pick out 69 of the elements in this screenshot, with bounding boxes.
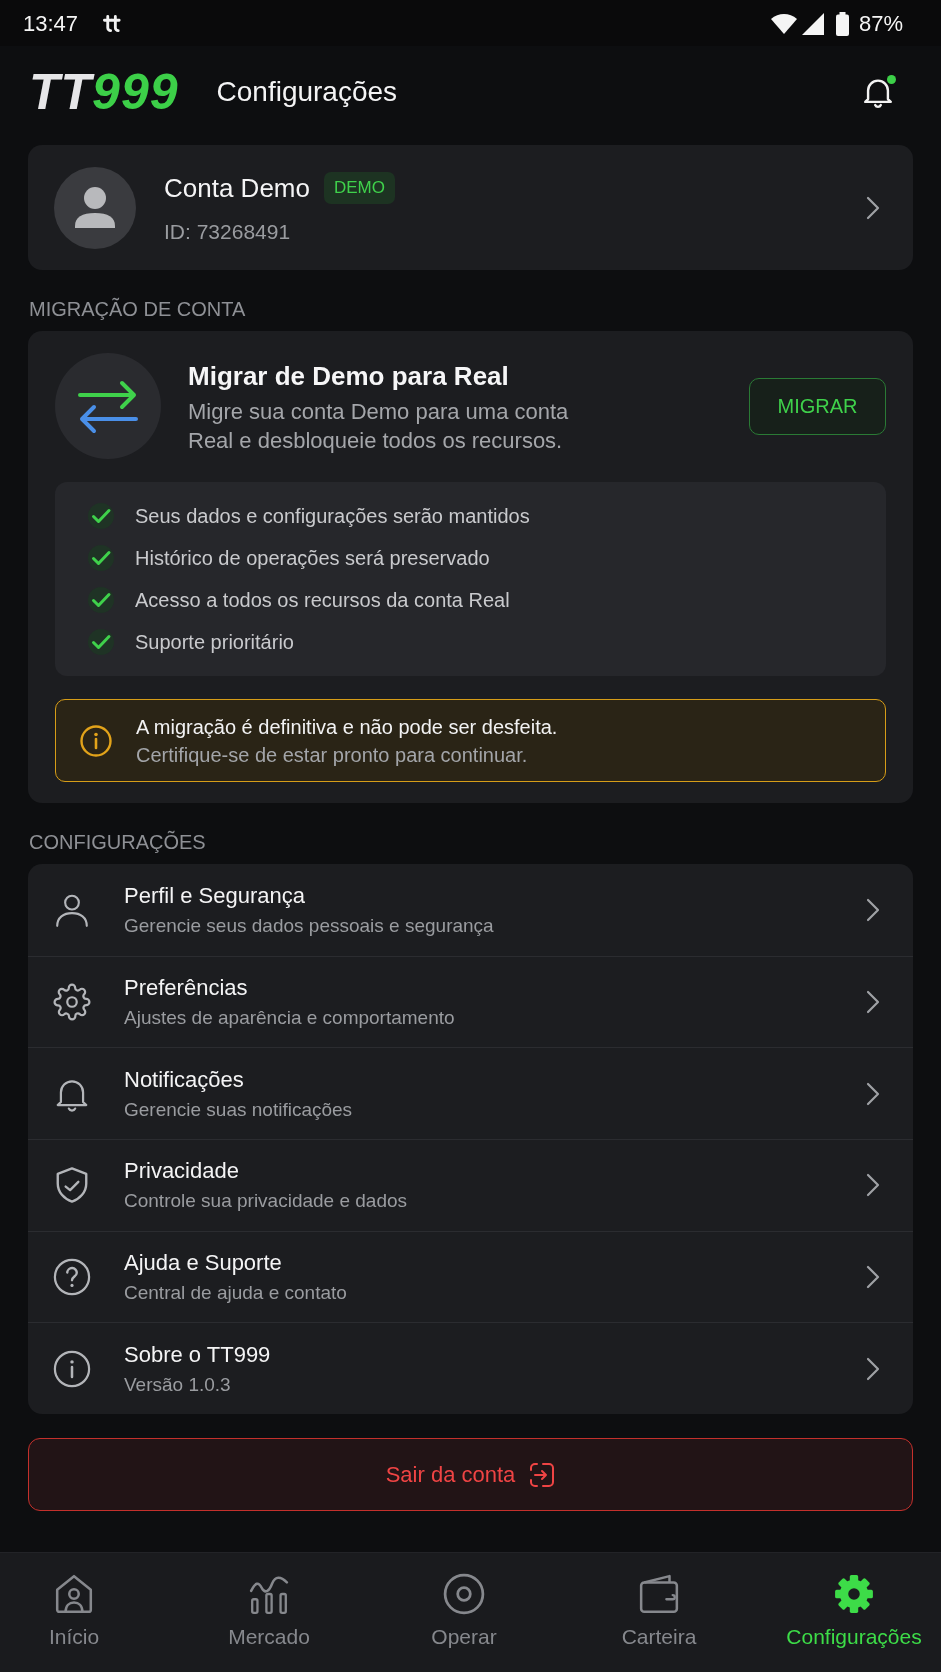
benefit-text: Histórico de operações será preservado <box>135 546 490 570</box>
item-title: Privacidade <box>124 1157 240 1186</box>
nav-tab[interactable]: Carteira <box>585 1553 733 1672</box>
section-label: CONFIGURAÇÕES <box>29 831 207 853</box>
chevron-icon <box>866 1265 880 1290</box>
logo: TT999 <box>29 67 179 117</box>
item-subtitle: Gerencie suas notificações <box>124 1097 353 1122</box>
item-subtitle: Ajustes de aparência e comportamento <box>124 1006 455 1031</box>
settings-item[interactable]: Ajuda e Suporte Central de ajuda e contato <box>28 1230 913 1323</box>
battery-percent: 87% <box>858 11 903 37</box>
settings-icon <box>833 1573 875 1615</box>
house-icon <box>53 1573 95 1615</box>
item-title: Sobre o TT999 <box>124 1340 271 1369</box>
warning-title: A migração é definitiva e não pode ser desfeita. <box>136 714 558 740</box>
item-subtitle: Gerencie seus dados pessoais e segurança <box>124 913 494 938</box>
item-title: Ajuda e Suporte <box>124 1249 283 1278</box>
item-title: Preferências <box>124 974 249 1003</box>
item-title: Notificações <box>124 1065 245 1094</box>
settings-item[interactable]: Notificações Gerencie suas notificações <box>28 1047 913 1140</box>
chevron-icon <box>866 1081 880 1106</box>
battery-icon <box>835 12 849 36</box>
nav-tab[interactable]: Operar <box>390 1553 538 1672</box>
settings-item[interactable]: Preferências Ajustes de aparência e comportamento <box>28 955 913 1048</box>
settings-item[interactable]: Privacidade Controle sua privacidade e dados <box>28 1139 913 1231</box>
benefit-text: Acesso a todos os recursos da conta Real <box>135 588 510 612</box>
check-icon <box>88 629 114 655</box>
page-title: Configurações <box>216 76 398 108</box>
settings-item[interactable]: Sobre o TT999 Versão 1.0.3 <box>28 1322 913 1415</box>
settings-item[interactable]: Perfil e Segurança Gerencie seus dados pessoais e segurança <box>28 864 913 956</box>
status-time: 13:47 <box>23 11 79 37</box>
target-icon <box>443 1573 485 1615</box>
item-subtitle: Controle sua privacidade e dados <box>124 1189 408 1214</box>
item-subtitle: Central de ajuda e contato <box>124 1281 347 1306</box>
migration-description: Migre sua conta Demo para uma conta Real e desbloqueie todos os recursos. <box>188 398 570 455</box>
info-icon <box>53 1349 91 1388</box>
section-label: MIGRAÇÃO DE CONTA <box>29 298 247 320</box>
account-id: ID: 73268491 <box>164 219 292 244</box>
item-title: Perfil e Segurança <box>124 881 306 910</box>
avatar-icon <box>54 166 136 249</box>
check-icon <box>88 545 114 571</box>
migration-title: Migrar de Demo para Real <box>188 361 510 391</box>
nav-tab[interactable]: Início <box>0 1553 148 1672</box>
settings-icon <box>53 983 91 1022</box>
demo-badge: DEMO <box>323 171 395 204</box>
wallet-icon <box>638 1573 680 1615</box>
chevron-icon <box>866 1173 880 1198</box>
item-subtitle: Versão 1.0.3 <box>124 1372 232 1397</box>
exit-arrow-icon <box>529 1461 556 1488</box>
help-icon <box>53 1258 91 1297</box>
swap-arrows-icon <box>55 353 161 459</box>
wifi-icon <box>770 14 797 34</box>
warning-text: Certifique-se de estar pronto para continuar. <box>136 742 529 768</box>
chevron-icon <box>866 990 880 1015</box>
chevron-icon <box>866 1356 880 1381</box>
info-icon <box>80 724 112 757</box>
app-logo-icon <box>103 14 123 34</box>
chevron-icon <box>866 897 880 922</box>
nav-tab[interactable]: Configurações <box>780 1553 928 1672</box>
signal-icon <box>801 13 824 35</box>
chevron-icon <box>866 195 880 220</box>
benefit-text: Seus dados e configurações serão mantidos <box>135 504 530 528</box>
nav-tab[interactable]: Mercado <box>195 1553 343 1672</box>
migrate-button[interactable]: MIGRAR <box>749 377 886 435</box>
account-card[interactable]: Conta Demo DEMO ID: 73268491 <box>28 145 913 270</box>
benefit-text: Suporte prioritário <box>135 630 294 654</box>
check-icon <box>88 587 114 613</box>
check-icon <box>88 503 114 529</box>
logout-button[interactable]: Sair da conta <box>28 1438 913 1512</box>
account-name: Conta Demo <box>164 172 310 203</box>
